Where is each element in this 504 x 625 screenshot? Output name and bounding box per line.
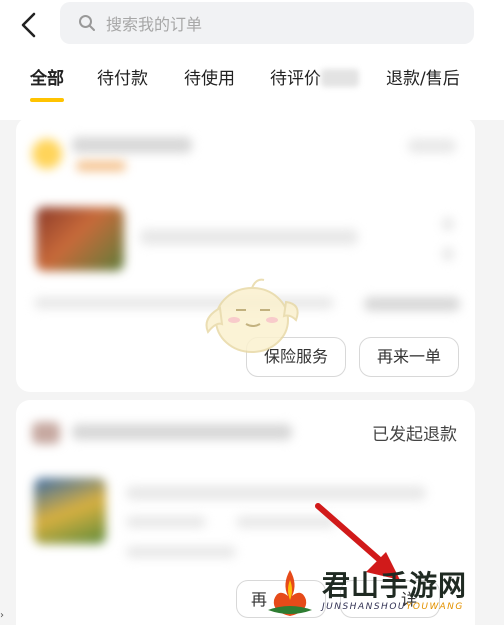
order-status-blurred [408,139,456,153]
product-spec-blurred [126,516,206,528]
tab-refund-aftersale[interactable]: 退款/售后 [386,64,460,89]
watermark-title: 君山手游网 [322,569,468,602]
store-avatar [32,422,60,444]
tab-pending-payment[interactable]: 待付款 [97,64,148,89]
store-avatar [32,139,62,169]
tab-pending-use[interactable]: 待使用 [184,64,235,89]
search-icon [79,15,95,31]
product-note-blurred [126,546,236,558]
quantity-blurred [442,217,454,231]
watermark-logo-icon [268,570,312,616]
tab-all[interactable]: 全部 [30,64,64,89]
site-watermark: 君山手游网 JUNSHANSHOUYOUWANG [262,562,504,625]
tab-count-badge-blurred [321,69,359,87]
back-chevron-icon[interactable] [14,10,44,40]
store-name-blurred [72,137,192,153]
search-bar[interactable] [60,2,474,44]
watermark-subtitle: JUNSHANSHOUYOUWANG [322,602,464,612]
active-tab-indicator [30,98,64,102]
price-blurred [442,247,454,261]
tab-pending-review[interactable]: 待评价 [270,64,321,89]
order-total-blurred [364,297,460,311]
product-image [36,207,124,271]
order-status-label: 已发起退款 [372,425,457,445]
store-tag-blurred [76,161,126,171]
top-bar: 全部 待付款 待使用 待评价 退款/售后 [0,0,504,120]
store-name-blurred [72,424,292,440]
edge-chevron-icon: › [0,610,4,621]
mascot-placeholder-icon [205,278,299,353]
reorder-button[interactable]: 再来一单 [359,337,459,377]
product-title-blurred [126,486,426,500]
search-input[interactable] [104,8,448,40]
product-title-blurred [140,229,358,245]
order-tabs: 全部 待付款 待使用 待评价 退款/售后 [0,64,504,104]
product-image [34,478,106,544]
